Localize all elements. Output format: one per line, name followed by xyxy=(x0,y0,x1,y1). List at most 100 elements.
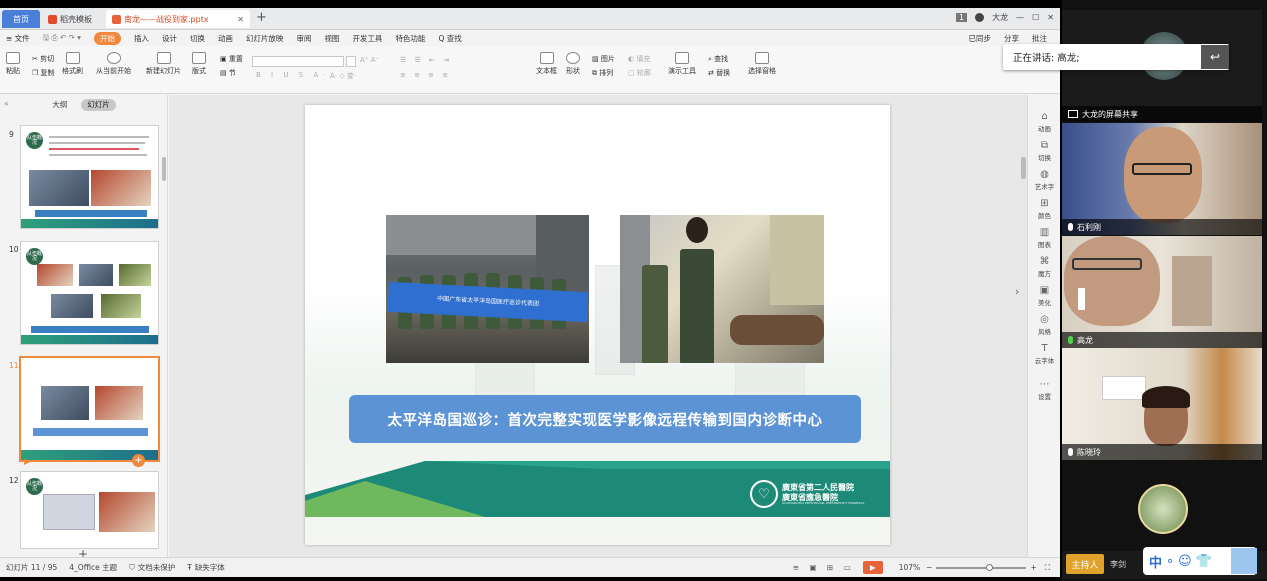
menu-item-review[interactable]: 审阅 xyxy=(296,33,311,44)
replace-button[interactable]: ⇄ 替换 xyxy=(708,68,730,78)
rt-wordart[interactable]: ◍ 艺术字 xyxy=(1028,169,1061,191)
participant-tile-2[interactable]: 高龙 xyxy=(1062,236,1262,348)
ime-emoji-icon[interactable]: ☺ xyxy=(1178,554,1192,569)
rt-cloud-font[interactable]: T 云字体 xyxy=(1028,343,1061,365)
paragraph-align-buttons[interactable]: ≡ ≡ ≡ ≡ xyxy=(400,71,451,79)
find-button[interactable]: ⌕ 查找 xyxy=(708,54,728,64)
window-count-badge[interactable]: 1 xyxy=(956,13,968,22)
layout-button[interactable]: 版式 xyxy=(192,52,206,76)
textbox-button[interactable]: 文本框 xyxy=(536,52,557,76)
rt-chart[interactable]: ▥ 图表 xyxy=(1028,227,1061,249)
tab-home[interactable]: 首页 xyxy=(2,10,40,28)
ime-punct-icon[interactable]: ∘ xyxy=(1166,554,1174,569)
slide-thumbnail-12[interactable]: 队伍概况 xyxy=(20,471,159,549)
new-slide-button[interactable]: 新建幻灯片 xyxy=(146,52,181,76)
minimize-icon[interactable]: — xyxy=(1016,13,1024,22)
missing-font[interactable]: 缺失字体 xyxy=(195,562,225,573)
section-button[interactable]: ▤ 节 xyxy=(220,68,236,78)
rt-beautify[interactable]: ▣ 美化 xyxy=(1028,285,1061,307)
medical-exam-photo[interactable] xyxy=(620,215,824,363)
arrange-button[interactable]: ⧉ 排列 xyxy=(592,68,613,78)
outline-button[interactable]: ▢ 轮廓 xyxy=(628,68,651,78)
annotate-button[interactable]: 批注 xyxy=(1032,33,1047,44)
reset-button[interactable]: ▣ 重置 xyxy=(220,54,243,64)
add-slide-icon[interactable]: + xyxy=(132,454,145,467)
select-pane-button[interactable]: 选择窗格 xyxy=(748,52,776,76)
ime-mode[interactable]: 中 xyxy=(1149,552,1162,571)
menu-item-animation[interactable]: 动画 xyxy=(218,33,233,44)
zoom-slider[interactable] xyxy=(936,563,1027,571)
from-current-button[interactable]: 从当前开始 xyxy=(96,52,131,76)
present-tools-button[interactable]: 演示工具 xyxy=(668,52,696,76)
host-button[interactable]: 主持人 xyxy=(1066,554,1104,574)
host-avatar[interactable] xyxy=(1138,484,1188,534)
expand-right-icon[interactable]: › xyxy=(1015,285,1019,298)
current-slide[interactable]: 中国广东省太平洋岛国医疗巡诊代表团 太平洋岛国巡诊：首次完整实现医学影像远程传输… xyxy=(305,105,890,545)
format-painter-button[interactable]: 格式刷 xyxy=(62,52,83,76)
play-slide-icon[interactable]: ▶ xyxy=(24,457,34,467)
menu-item-design[interactable]: 设计 xyxy=(162,33,177,44)
rt-settings[interactable]: ⋯ 设置 xyxy=(1028,379,1061,401)
picture-button[interactable]: ▨ 图片 xyxy=(592,54,615,64)
rt-animation[interactable]: ⌂ 动画 xyxy=(1028,111,1061,133)
tab-outline[interactable]: 大纲 xyxy=(52,99,67,111)
tab-slides[interactable]: 幻灯片 xyxy=(81,99,116,111)
zoom-level[interactable]: 107% xyxy=(899,563,920,572)
protect-status[interactable]: 文档未保护 xyxy=(138,562,176,573)
new-tab-button[interactable]: + xyxy=(256,10,267,25)
zoom-slider-thumb[interactable] xyxy=(986,563,994,571)
font-name-input[interactable] xyxy=(252,56,344,67)
slide-thumbnail-10[interactable]: 队伍概况 xyxy=(20,241,159,345)
ime-toolbar[interactable]: 中 ∘ ☺ 👕 xyxy=(1143,547,1257,575)
participant-tile-1[interactable]: 石利刚 xyxy=(1062,123,1262,235)
rt-color[interactable]: ⊞ 颜色 xyxy=(1028,198,1061,220)
slide-thumbnail-9[interactable]: 队伍概况 xyxy=(20,125,159,229)
close-icon[interactable]: ✕ xyxy=(1047,13,1054,22)
font-size-input[interactable] xyxy=(346,56,356,67)
maximize-icon[interactable]: ☐ xyxy=(1032,13,1039,22)
menu-item-home[interactable]: 开始 xyxy=(93,31,121,45)
menu-item-features[interactable]: 特色功能 xyxy=(395,33,425,44)
tab-template[interactable]: 稻壳模板 xyxy=(42,10,104,28)
tab-close-icon[interactable]: ✕ xyxy=(237,15,244,24)
copy-button[interactable]: ❐ 复制 xyxy=(32,68,55,78)
font-size-buttons[interactable]: A⁺ A⁻ xyxy=(360,56,379,64)
paste-button[interactable]: 粘贴 xyxy=(6,52,20,76)
shape-button[interactable]: 形状 xyxy=(566,52,580,76)
font-style-buttons[interactable]: B I U S A· xyxy=(256,71,328,79)
ime-skin-icon[interactable]: 👕 xyxy=(1196,554,1212,569)
menu-item-slideshow[interactable]: 幻灯片放映 xyxy=(246,33,284,44)
cut-button[interactable]: ✂ 剪切 xyxy=(32,54,54,64)
font-color-buttons[interactable]: A· ◇ 变· xyxy=(330,71,356,81)
slide-thumbnail-11-selected[interactable] xyxy=(19,356,160,462)
menu-search[interactable]: Q 查找 xyxy=(438,33,461,44)
zoom-out-icon[interactable]: − xyxy=(926,563,932,572)
menu-file[interactable]: ≡ 文件 xyxy=(6,33,30,44)
team-banner-photo[interactable]: 中国广东省太平洋岛国医疗巡诊代表团 xyxy=(386,215,589,363)
participant-tile-3[interactable]: 陈晓玲 xyxy=(1062,348,1262,460)
user-name[interactable]: 大龙 xyxy=(992,12,1008,23)
menu-item-view[interactable]: 视图 xyxy=(324,33,339,44)
rt-cube[interactable]: ⌘ 魔方 xyxy=(1028,256,1061,278)
rt-transition[interactable]: ⧉ 切换 xyxy=(1028,140,1061,162)
back-arrow-icon[interactable]: ↩ xyxy=(1201,45,1229,69)
slide-title-box[interactable]: 太平洋岛国巡诊：首次完整实现医学影像远程传输到国内诊断中心 xyxy=(349,395,861,443)
canvas-scrollbar[interactable] xyxy=(1021,157,1026,179)
zoom-in-icon[interactable]: + xyxy=(1030,563,1036,572)
avatar-icon[interactable] xyxy=(975,13,985,22)
view-mode-icons[interactable]: ≡ ▣ ⊞ ▭ xyxy=(793,563,855,572)
paragraph-list-buttons[interactable]: ☰ ☰ ⇤ ⇥ xyxy=(400,56,452,64)
menu-item-developer[interactable]: 开发工具 xyxy=(352,33,382,44)
fit-window-icon[interactable]: ⛶ xyxy=(1045,563,1050,573)
share-button[interactable]: 分享 xyxy=(1004,33,1019,44)
panel-scrollbar[interactable] xyxy=(162,157,166,181)
slideshow-play-button[interactable]: ▶ xyxy=(862,561,883,574)
fill-button[interactable]: ◐ 填充 xyxy=(628,54,650,64)
tab-document[interactable]: 南龙——战役到家.pptx ✕ xyxy=(106,10,250,28)
rt-style[interactable]: ◎ 风格 xyxy=(1028,314,1061,336)
quick-access-icons[interactable]: 🖫 ⎙ ↶ ↷ ▾ xyxy=(43,32,81,45)
menu-item-insert[interactable]: 插入 xyxy=(134,33,149,44)
menu-item-transition[interactable]: 切换 xyxy=(190,33,205,44)
expand-icon[interactable] xyxy=(1078,288,1085,310)
theme-name[interactable]: 4_Office 主题 xyxy=(69,562,117,573)
